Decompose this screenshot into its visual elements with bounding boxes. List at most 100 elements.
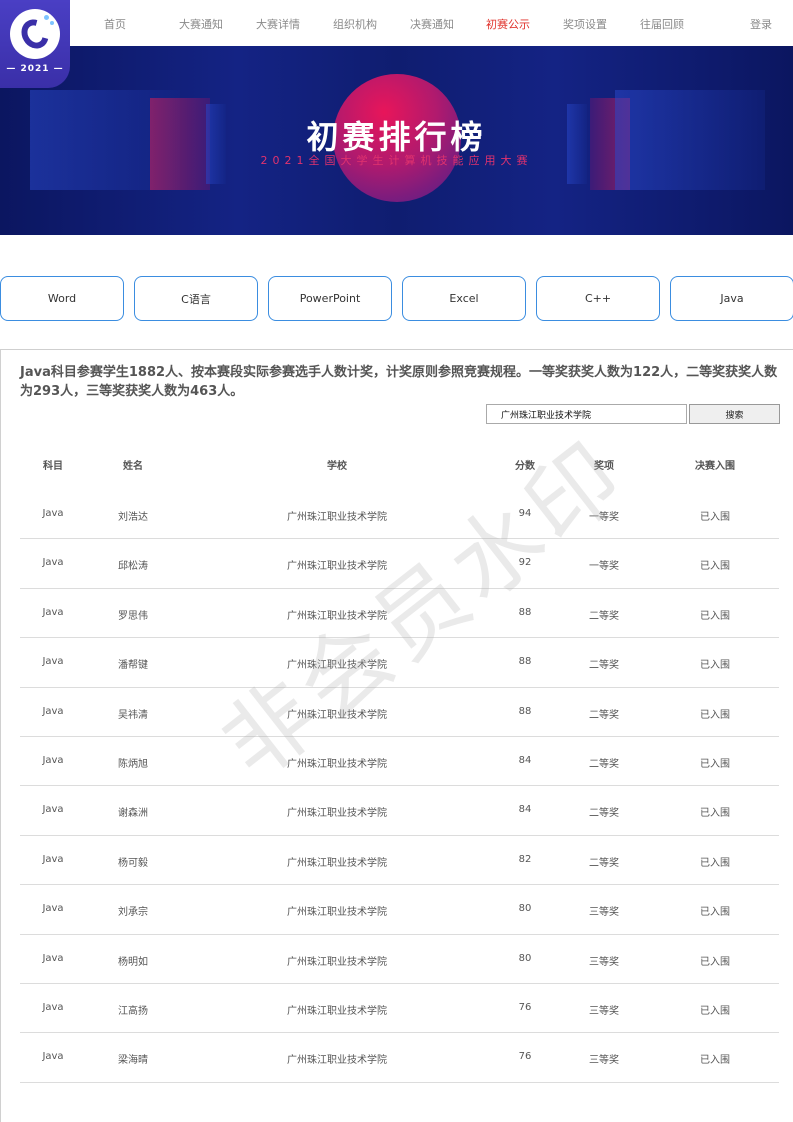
nav-item-home[interactable]: 首页 (104, 16, 126, 32)
login-link[interactable]: 登录 (750, 16, 772, 32)
table-row: Java 刘承宗 广州珠江职业技术学院 80 三等奖 已入围 (20, 885, 779, 935)
cell-award: 二等奖 (589, 709, 619, 721)
cell-award: 二等奖 (589, 610, 619, 622)
cell-award: 二等奖 (589, 758, 619, 770)
cell-school: 广州珠江职业技术学院 (287, 956, 387, 968)
main-nav: 首页 大赛通知 大赛详情 组织机构 决赛通知 初赛公示 奖项设置 往届回顾 登录 (80, 0, 793, 46)
cell-school: 广州珠江职业技术学院 (287, 1055, 387, 1067)
header-score: 分数 (515, 461, 535, 472)
table-row: Java 潘帮键 广州珠江职业技术学院 88 二等奖 已入围 (20, 638, 779, 688)
tab-word[interactable]: Word (0, 276, 124, 321)
cell-name: 谢森洲 (118, 808, 148, 820)
competition-logo[interactable]: — 2021 — (0, 0, 70, 88)
tab-cpp[interactable]: C++ (536, 276, 660, 321)
top-navigation-bar: — 2021 — 首页 大赛通知 大赛详情 组织机构 决赛通知 初赛公示 奖项设… (0, 0, 793, 88)
table-row: Java 陈炳旭 广州珠江职业技术学院 84 二等奖 已入围 (20, 737, 779, 787)
school-search-input[interactable] (486, 404, 687, 424)
cell-subject: Java (42, 656, 64, 668)
cell-school: 广州珠江职业技术学院 (287, 709, 387, 721)
cell-award: 一等奖 (589, 561, 619, 573)
cell-name: 潘帮键 (118, 660, 148, 672)
table-row: Java 谢森洲 广州珠江职业技术学院 84 二等奖 已入围 (20, 786, 779, 836)
cell-final-qualified: 已入围 (700, 907, 730, 919)
nav-item-organization[interactable]: 组织机构 (333, 16, 377, 32)
cell-name: 杨明如 (118, 956, 148, 968)
table-row: Java 罗思伟 广州珠江职业技术学院 88 二等奖 已入围 (20, 589, 779, 639)
banner-subtitle: 2021全国大学生计算机技能应用大赛 (260, 154, 533, 167)
cell-school: 广州珠江职业技术学院 (287, 561, 387, 573)
cell-name: 陈炳旭 (118, 758, 148, 770)
cell-subject: Java (42, 508, 64, 519)
cell-name: 罗思伟 (118, 610, 148, 622)
cell-school: 广州珠江职业技术学院 (287, 758, 387, 770)
cell-award: 三等奖 (589, 907, 619, 919)
nav-item-competition-notice[interactable]: 大赛通知 (179, 16, 223, 32)
nav-item-competition-details[interactable]: 大赛详情 (256, 16, 300, 32)
cell-final-qualified: 已入围 (700, 561, 730, 573)
header-award: 奖项 (594, 461, 614, 472)
cell-award: 三等奖 (589, 956, 619, 968)
nav-item-preliminary-results[interactable]: 初赛公示 (486, 16, 530, 32)
cell-award: 二等奖 (589, 660, 619, 672)
cell-subject: Java (42, 804, 64, 816)
tab-java[interactable]: Java (670, 276, 793, 321)
cell-final-qualified: 已入围 (700, 956, 730, 968)
search-button[interactable]: 搜索 (689, 404, 780, 424)
table-body: Java 刘浩达 广州珠江职业技术学院 94 一等奖 已入围 Java 邱松涛 广州珠江职业技术… (20, 490, 779, 1083)
cell-subject: Java (42, 1001, 64, 1013)
award-notice: Java科目参赛学生1882人、按本赛段实际参赛选手人数计奖，计奖原则参照竞赛规… (20, 365, 778, 399)
cell-final-qualified: 已入围 (700, 857, 730, 869)
cell-name: 刘浩达 (118, 512, 148, 523)
cell-score: 76 (518, 1001, 532, 1013)
cell-subject: Java (42, 903, 64, 915)
cell-final-qualified: 已入围 (700, 1055, 730, 1067)
cell-award: 二等奖 (589, 857, 619, 869)
cell-subject: Java (42, 1051, 64, 1063)
tab-excel[interactable]: Excel (402, 276, 526, 321)
header-subject: 科目 (43, 461, 63, 472)
logo-year: — 2021 — (6, 64, 64, 74)
logo-swirl-icon (10, 9, 60, 59)
cell-score: 84 (518, 754, 532, 766)
tab-c-language[interactable]: C语言 (134, 276, 258, 321)
header-final-qualified: 决赛入围 (695, 461, 735, 472)
cell-subject: Java (42, 952, 64, 964)
cell-score: 80 (518, 952, 532, 964)
cell-school: 广州珠江职业技术学院 (287, 808, 387, 820)
cell-final-qualified: 已入围 (700, 512, 730, 523)
table-row: Java 杨明如 广州珠江职业技术学院 80 三等奖 已入围 (20, 935, 779, 984)
cell-name: 杨可毅 (118, 857, 148, 869)
header-name: 姓名 (123, 461, 143, 472)
cell-award: 三等奖 (589, 1055, 619, 1067)
content-left-border (0, 349, 1, 1122)
cell-score: 80 (518, 903, 532, 915)
nav-item-past-review[interactable]: 往届回顾 (640, 16, 684, 32)
cell-score: 88 (518, 656, 532, 668)
tab-powerpoint[interactable]: PowerPoint (268, 276, 392, 321)
cell-score: 94 (518, 508, 532, 519)
cell-subject: Java (42, 557, 64, 569)
cell-school: 广州珠江职业技术学院 (287, 610, 387, 622)
cell-school: 广州珠江职业技术学院 (287, 1005, 387, 1017)
cell-school: 广州珠江职业技术学院 (287, 660, 387, 672)
cell-final-qualified: 已入围 (700, 1005, 730, 1017)
table-row: Java 江高扬 广州珠江职业技术学院 76 三等奖 已入围 (20, 984, 779, 1034)
cell-name: 江高扬 (118, 1005, 148, 1017)
nav-item-awards[interactable]: 奖项设置 (563, 16, 607, 32)
cell-subject: Java (42, 705, 64, 717)
cell-subject: Java (42, 754, 64, 766)
section-divider (0, 349, 793, 350)
cell-score: 92 (518, 557, 532, 569)
cell-final-qualified: 已入围 (700, 660, 730, 672)
cell-score: 76 (518, 1051, 532, 1063)
cell-name: 邱松涛 (118, 561, 148, 573)
cell-name: 刘承宗 (118, 907, 148, 919)
cell-name: 吴祎清 (118, 709, 148, 721)
cell-final-qualified: 已入围 (700, 610, 730, 622)
cell-subject: Java (42, 606, 64, 618)
ranking-table: 科目 姓名 学校 分数 奖项 决赛入围 Java 刘浩达 广州珠江职业技术学院 94 一… (20, 438, 779, 1083)
table-row: Java 邱松涛 广州珠江职业技术学院 92 一等奖 已入围 (20, 539, 779, 589)
cell-final-qualified: 已入围 (700, 808, 730, 820)
banner: 初赛排行榜 2021全国大学生计算机技能应用大赛 (0, 46, 793, 235)
nav-item-final-notice[interactable]: 决赛通知 (410, 16, 454, 32)
